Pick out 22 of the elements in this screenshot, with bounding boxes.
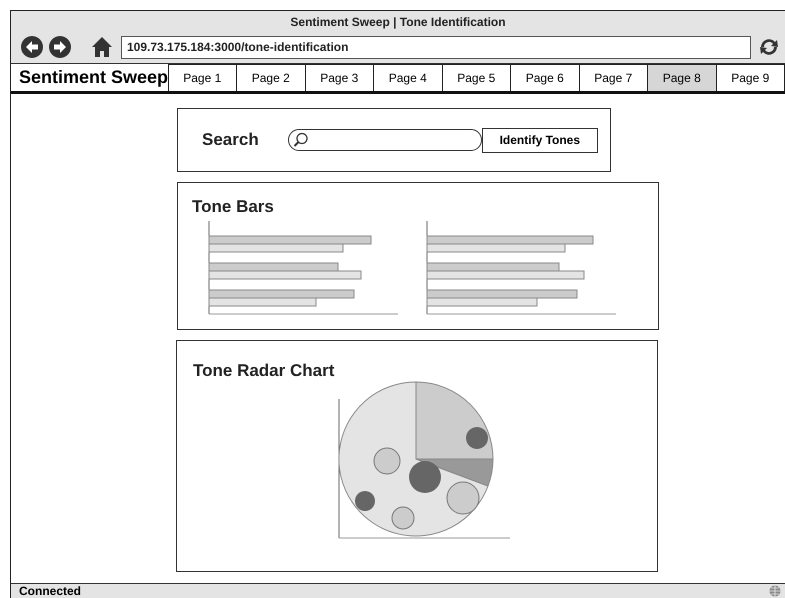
back-icon[interactable] [21,36,43,58]
site-brand: Sentiment Sweep [18,66,168,89]
window-title: Sentiment Sweep | Tone Identification [289,15,507,31]
identify-tones-button[interactable]: Identify Tones [482,128,598,152]
search-field[interactable] [288,129,482,151]
data-point [374,448,400,474]
data-point [392,506,414,530]
panel-title: Tone Bars [191,196,274,217]
address-field[interactable]: 109.73.175.184:3000/tone-identification [121,36,751,58]
data-point [409,461,441,493]
search-icon [292,132,309,148]
search-label: Search [202,130,260,150]
panel-title: Tone Radar Chart [192,360,334,381]
home-icon[interactable] [91,36,113,58]
data-point [446,482,480,514]
status-text: Connected [19,584,82,598]
data-point [466,427,488,449]
nav-tab[interactable]: Page 9 [716,64,785,91]
nav-tab[interactable]: Page 8 [647,64,716,91]
forward-icon[interactable] [49,36,71,58]
data-point [355,491,375,511]
nav-tab[interactable]: Page 1 [168,64,237,91]
